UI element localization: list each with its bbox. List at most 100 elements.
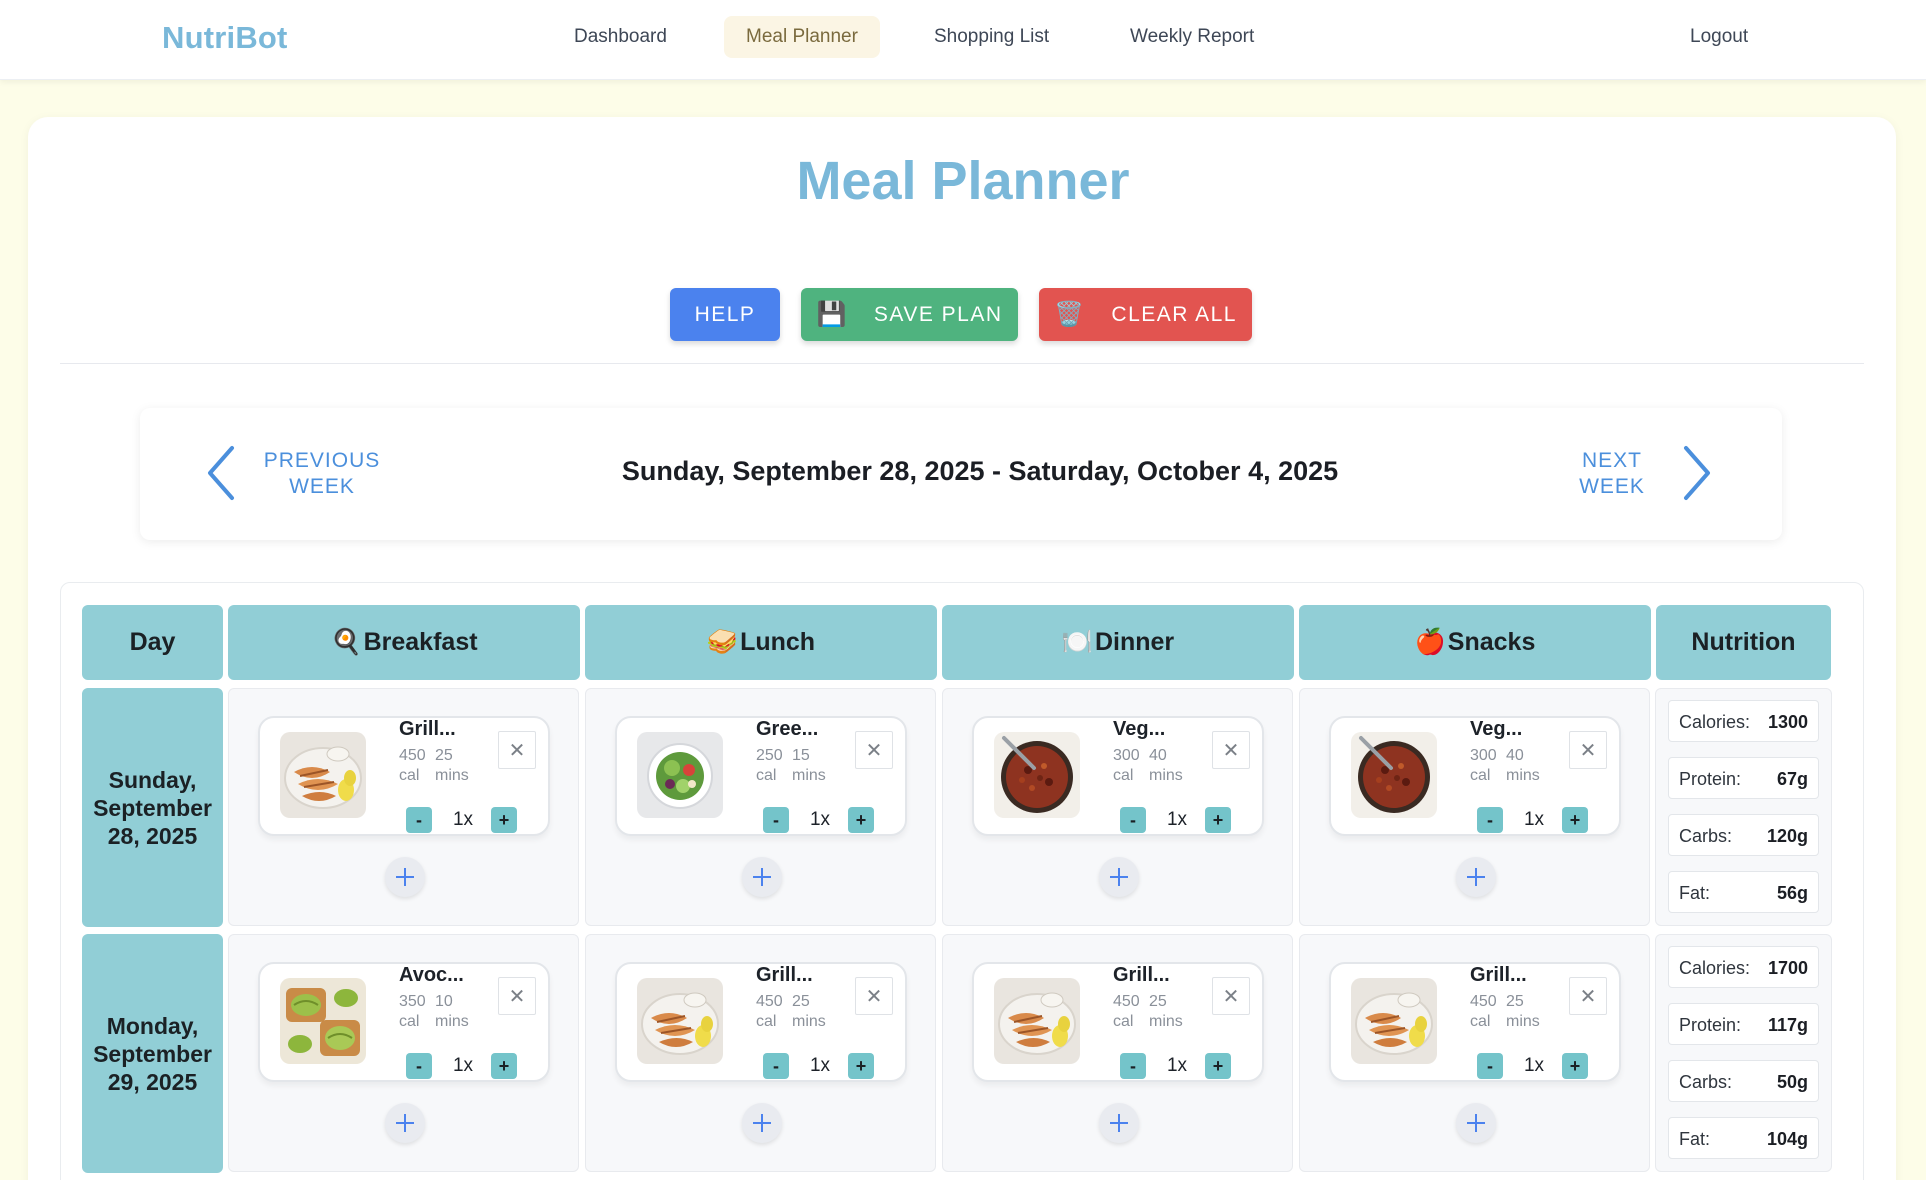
remove-meal-button[interactable]: ✕: [1569, 977, 1607, 1015]
decrease-quantity-button[interactable]: -: [763, 807, 789, 833]
close-icon: ✕: [1222, 985, 1240, 1008]
meal-card[interactable]: Grill... 450 cal 25 mins ✕ -1x +: [615, 962, 907, 1082]
increase-quantity-button[interactable]: +: [491, 807, 517, 833]
frying-pan-icon: 🍳: [330, 628, 362, 656]
meal-calories: 450 cal: [1470, 992, 1497, 1032]
help-button[interactable]: HELP: [670, 288, 780, 341]
meal-calories: 250 cal: [756, 746, 783, 786]
meal-image: [280, 978, 366, 1064]
decrease-quantity-button[interactable]: -: [1120, 807, 1146, 833]
nutrition-value: 67g: [1776, 769, 1808, 789]
day-label-line2: September: [93, 1040, 212, 1067]
decrease-quantity-button[interactable]: -: [763, 1053, 789, 1079]
meal-prep-time: 25 mins: [435, 746, 469, 786]
header-snacks-label: Snacks: [1447, 628, 1536, 656]
next-week-link[interactable]: NEXT WEEK: [1537, 448, 1687, 500]
nutrition-carbs-row: Carbs: 120g: [1668, 814, 1819, 856]
increase-quantity-button[interactable]: +: [1562, 807, 1588, 833]
save-plan-button[interactable]: 💾 SAVE PLAN: [801, 288, 1018, 341]
meal-prep-time-unit: mins: [1506, 1013, 1540, 1030]
meal-quantity: 1x: [452, 1055, 474, 1076]
header-breakfast-label: Breakfast: [363, 628, 478, 656]
meal-calories: 350 cal: [399, 992, 426, 1032]
plus-icon: [396, 868, 414, 886]
remove-meal-button[interactable]: ✕: [855, 731, 893, 769]
meal-quantity: 1x: [1523, 1055, 1545, 1076]
meal-prep-time-value: 40: [1149, 747, 1167, 764]
day-label-line3: 28, 2025: [107, 822, 198, 849]
increase-quantity-button[interactable]: +: [1205, 1053, 1231, 1079]
decrease-quantity-button[interactable]: -: [406, 807, 432, 833]
previous-week-link[interactable]: PREVIOUS WEEK: [247, 448, 397, 500]
nutrition-label: Carbs:: [1679, 1072, 1733, 1092]
add-meal-button[interactable]: [385, 857, 425, 897]
add-meal-button[interactable]: [742, 1103, 782, 1143]
meal-calories-value: 300: [1470, 747, 1497, 764]
nutrition-label: Protein:: [1679, 769, 1742, 789]
add-meal-button[interactable]: [742, 857, 782, 897]
meal-prep-time: 25 mins: [1506, 992, 1540, 1032]
meal-calories-unit: cal: [756, 767, 777, 784]
header-lunch: 🥪 Lunch: [585, 605, 937, 680]
meal-card[interactable]: Avoc... 350 cal 10 mins ✕ -1x +: [258, 962, 550, 1082]
increase-quantity-button[interactable]: +: [1562, 1053, 1588, 1079]
nutrition-label: Calories:: [1679, 712, 1751, 732]
decrease-quantity-button[interactable]: -: [1477, 807, 1503, 833]
remove-meal-button[interactable]: ✕: [498, 977, 536, 1015]
nav-weekly-report[interactable]: Weekly Report: [1108, 16, 1276, 58]
meal-calories-unit: cal: [756, 1013, 777, 1030]
remove-meal-button[interactable]: ✕: [498, 731, 536, 769]
lunch-cell: Grill... 450 cal 25 mins ✕ -1x +: [585, 934, 936, 1172]
decrease-quantity-button[interactable]: -: [406, 1053, 432, 1079]
close-icon: ✕: [865, 739, 883, 762]
nav-dashboard[interactable]: Dashboard: [552, 16, 689, 58]
chevron-left-icon[interactable]: [202, 440, 242, 506]
add-meal-button[interactable]: [1456, 1103, 1496, 1143]
meal-card[interactable]: Grill... 450 cal 25 mins ✕ -1x +: [258, 716, 550, 836]
meal-quantity: 1x: [452, 809, 474, 830]
meal-calories-value: 300: [1113, 747, 1140, 764]
plus-icon: [1467, 868, 1485, 886]
nutrition-value: 120g: [1766, 826, 1808, 846]
increase-quantity-button[interactable]: +: [848, 807, 874, 833]
nutrition-fat-row: Fat: 104g: [1668, 1117, 1819, 1159]
increase-quantity-button[interactable]: +: [1205, 807, 1231, 833]
remove-meal-button[interactable]: ✕: [1212, 977, 1250, 1015]
meal-prep-time-value: 25: [1506, 993, 1524, 1010]
increase-quantity-button[interactable]: +: [491, 1053, 517, 1079]
meal-calories: 450 cal: [756, 992, 783, 1032]
nutrition-label: Fat:: [1679, 883, 1711, 903]
decrease-quantity-button[interactable]: -: [1120, 1053, 1146, 1079]
remove-meal-button[interactable]: ✕: [855, 977, 893, 1015]
meal-card[interactable]: Grill... 450 cal 25 mins ✕ -1x +: [1329, 962, 1621, 1082]
add-meal-button[interactable]: [1099, 1103, 1139, 1143]
meal-card[interactable]: Gree... 250 cal 15 mins ✕ -1x +: [615, 716, 907, 836]
nutrition-cell: Calories: 1700 Protein: 117g Carbs: 50g Fat: 10…: [1655, 934, 1832, 1172]
save-plan-label: SAVE PLAN: [873, 302, 1003, 326]
remove-meal-button[interactable]: ✕: [1569, 731, 1607, 769]
meal-card[interactable]: Veg... 300 cal 40 mins ✕ -1x +: [972, 716, 1264, 836]
remove-meal-button[interactable]: ✕: [1212, 731, 1250, 769]
meal-calories: 300 cal: [1113, 746, 1140, 786]
logout-link[interactable]: Logout: [1690, 16, 1748, 58]
day-label-line1: Monday,: [106, 1012, 199, 1039]
add-meal-button[interactable]: [1099, 857, 1139, 897]
meal-name: Grill...: [399, 718, 456, 740]
chevron-right-icon[interactable]: [1676, 440, 1716, 506]
close-icon: ✕: [1222, 739, 1240, 762]
meal-prep-time: 10 mins: [435, 992, 469, 1032]
meal-calories-unit: cal: [399, 767, 420, 784]
meal-card[interactable]: Grill... 450 cal 25 mins ✕ -1x +: [972, 962, 1264, 1082]
nav-shopping-list[interactable]: Shopping List: [912, 16, 1071, 58]
add-meal-button[interactable]: [1456, 857, 1496, 897]
add-meal-button[interactable]: [385, 1103, 425, 1143]
decrease-quantity-button[interactable]: -: [1477, 1053, 1503, 1079]
nav-meal-planner[interactable]: Meal Planner: [724, 16, 880, 58]
meal-card[interactable]: Veg... 300 cal 40 mins ✕ -1x +: [1329, 716, 1621, 836]
clear-all-button[interactable]: 🗑️ CLEAR ALL: [1039, 288, 1252, 341]
brand-logo[interactable]: NutriBot: [162, 20, 288, 56]
meal-calories-value: 450: [1113, 993, 1140, 1010]
meal-image: [637, 978, 723, 1064]
nutrition-calories-row: Calories: 1300: [1668, 700, 1819, 742]
increase-quantity-button[interactable]: +: [848, 1053, 874, 1079]
